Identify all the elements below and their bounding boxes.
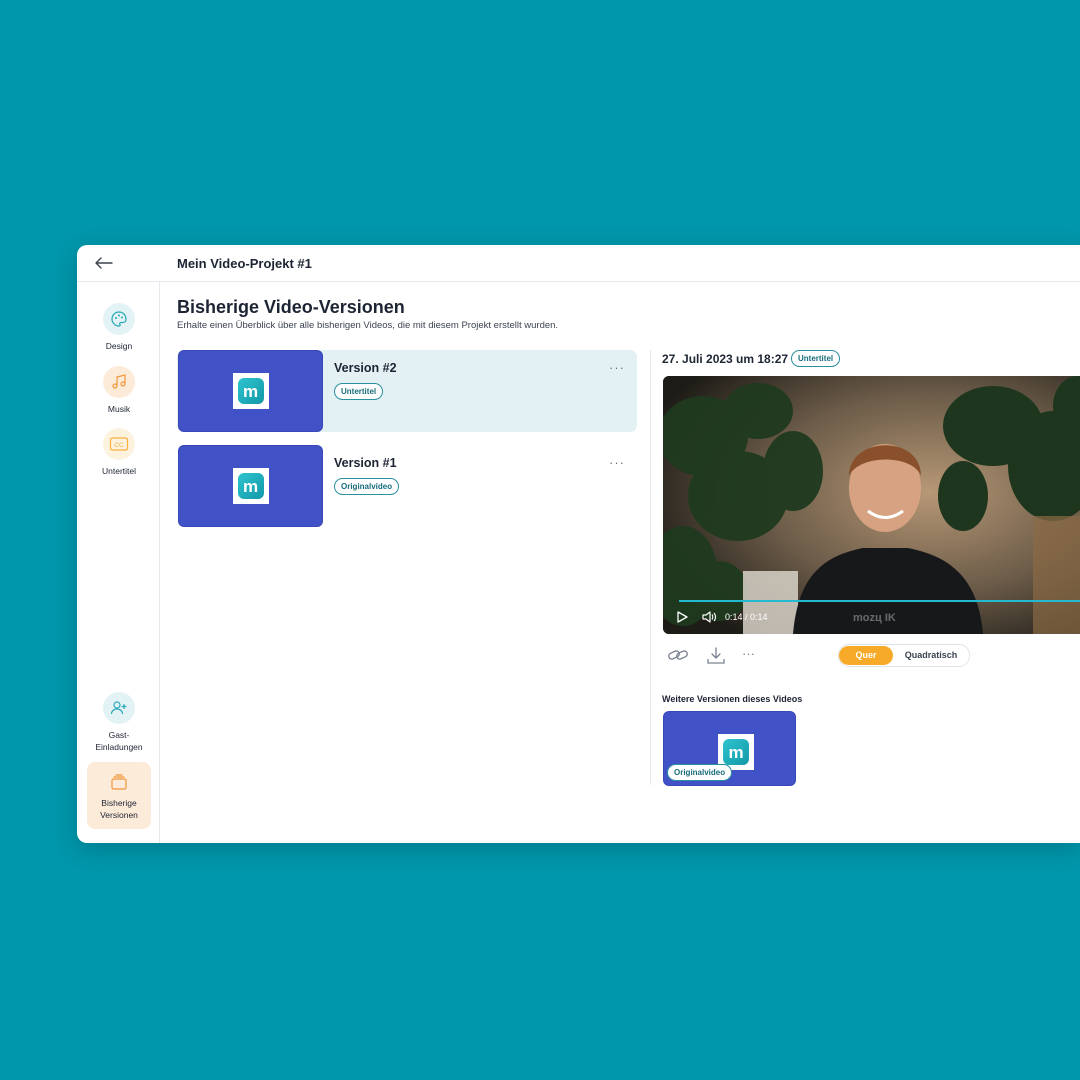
sidebar-item-label: Gast- Einladungen: [95, 730, 143, 752]
more-options-icon[interactable]: ···: [609, 455, 625, 470]
video-frame: [663, 376, 1080, 634]
sidebar-item-label: Untertitel: [101, 466, 136, 476]
top-bar: Mein Video-Projekt #1: [77, 245, 1080, 282]
logo-icon: m: [232, 468, 269, 504]
logo-icon: m: [232, 373, 269, 409]
sidebar: Design Musik CC Untertitel Gast- Einladu…: [77, 282, 160, 843]
more-versions-title: Weitere Versionen dieses Videos: [662, 694, 803, 704]
version-name: Version #2: [334, 361, 397, 375]
version-date: 27. Juli 2023 um 18:27: [662, 352, 789, 366]
sidebar-item-musik[interactable]: Musik: [87, 366, 151, 415]
divider: [650, 350, 651, 785]
page-subtitle: Erhalte einen Überblick über alle bisher…: [177, 320, 559, 331]
stack-icon: [107, 770, 131, 794]
time-display: 0:14 / 0:14: [725, 612, 768, 622]
format-toggle: Quer Quadratisch: [838, 644, 970, 667]
app-window: Mein Video-Projekt #1 Design Musik CC Un…: [77, 245, 1080, 843]
watermark-logo: mozц IK: [853, 612, 896, 624]
page-title: Bisherige Video-Versionen: [177, 297, 405, 317]
status-badge: Originalvideo: [667, 764, 733, 781]
more-options-icon[interactable]: ···: [609, 360, 625, 375]
version-card[interactable]: m Version #1 Originalvideo ···: [177, 445, 637, 527]
version-name: Version #1: [334, 456, 397, 470]
download-icon[interactable]: [706, 646, 726, 671]
toggle-quer[interactable]: Quer: [839, 646, 893, 665]
status-badge: Untertitel: [791, 350, 841, 367]
volume-icon[interactable]: [701, 610, 717, 629]
sidebar-item-bisherige-versionen[interactable]: Bisherige Versionen: [87, 762, 151, 829]
sidebar-item-untertitel[interactable]: CC Untertitel: [87, 428, 151, 477]
sidebar-item-label: Musik: [107, 404, 131, 414]
more-options-icon[interactable]: ···: [742, 646, 755, 661]
progress-bar[interactable]: [679, 600, 1080, 602]
sidebar-item-label: Bisherige Versionen: [100, 798, 138, 820]
version-card[interactable]: m Version #2 Untertitel ···: [177, 350, 637, 432]
link-icon[interactable]: [667, 646, 689, 669]
video-thumbnail[interactable]: m: [178, 445, 323, 527]
status-badge: Originalvideo: [334, 478, 400, 495]
toggle-quadratisch[interactable]: Quadratisch: [893, 646, 969, 665]
back-arrow-icon[interactable]: [93, 253, 115, 273]
status-badge: Untertitel: [334, 383, 384, 400]
sidebar-item-design[interactable]: Design: [87, 303, 151, 352]
video-thumbnail[interactable]: m: [178, 350, 323, 432]
cc-icon: CC: [103, 428, 135, 460]
sidebar-item-label: Design: [105, 341, 133, 351]
progress-fill: [679, 600, 1080, 602]
project-title: Mein Video-Projekt #1: [177, 256, 312, 271]
play-icon[interactable]: [675, 610, 689, 629]
more-version-thumbnail[interactable]: m Originalvideo: [663, 711, 796, 786]
music-note-icon: [103, 366, 135, 398]
add-user-icon: [103, 692, 135, 724]
sidebar-item-gast-einladungen[interactable]: Gast- Einladungen: [87, 692, 151, 753]
svg-text:CC: CC: [114, 442, 124, 449]
video-player[interactable]: 0:14 / 0:14 mozц IK: [663, 376, 1080, 634]
palette-icon: [103, 303, 135, 335]
